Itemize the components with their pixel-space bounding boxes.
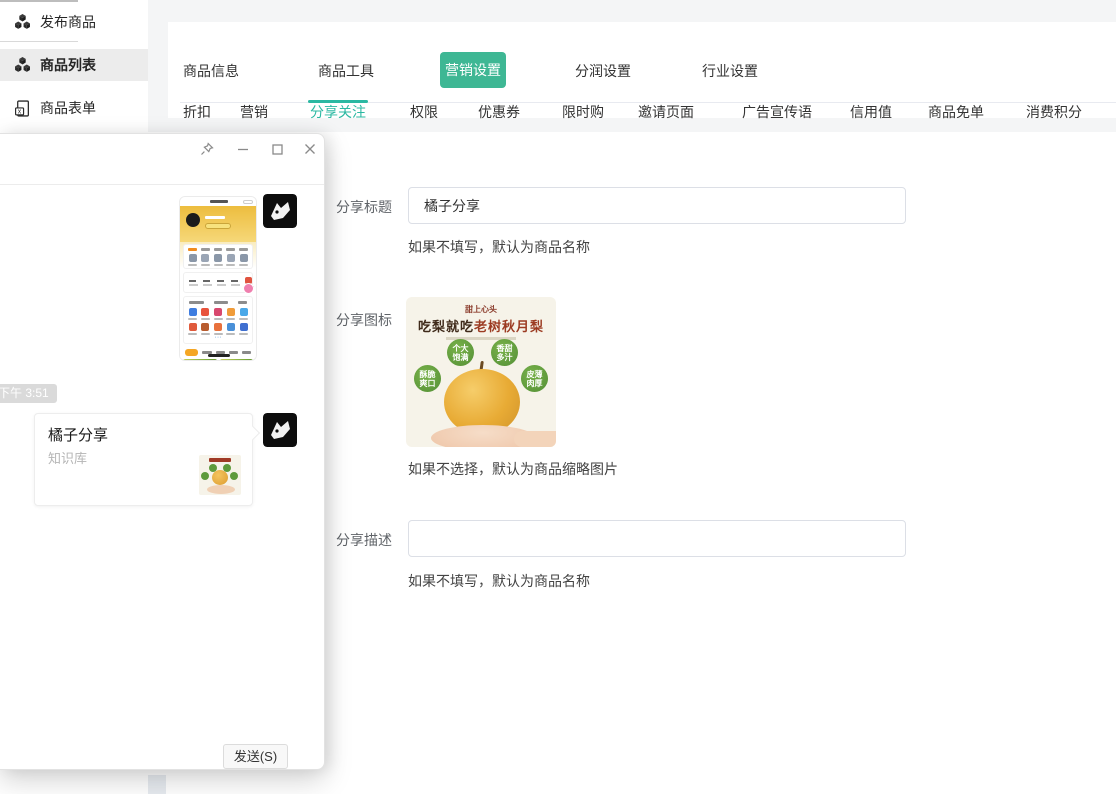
tab-industry-settings[interactable]: 行业设置	[702, 62, 758, 80]
chat-link-card[interactable]: 橘子分享 知识库	[34, 413, 253, 506]
close-icon[interactable]	[302, 141, 318, 157]
promo-badge: 酥脆爽口	[414, 365, 441, 392]
sidebar-item-product-list[interactable]: 商品列表	[0, 49, 148, 81]
subtab-flash-sale[interactable]: 限时购	[562, 102, 604, 122]
mini-body: ··· ‹›	[180, 242, 256, 360]
promo-tagline: 甜上心头	[406, 304, 556, 315]
subtab-coupon[interactable]: 优惠券	[478, 102, 520, 122]
self-avatar[interactable]	[263, 413, 297, 447]
bubble-arrow	[246, 426, 260, 440]
pin-icon[interactable]	[199, 141, 215, 157]
app-window: 商品信息 商品工具 营销设置 分润设置 行业设置 折扣 营销 分享关注 权限 优…	[0, 0, 1116, 794]
promo-badge: 香甜多汁	[491, 339, 518, 366]
sidebar-item-label: 发布商品	[40, 12, 96, 32]
self-avatar[interactable]	[263, 194, 297, 228]
mini-home-indicator	[208, 354, 230, 357]
chat-image-message[interactable]: ··· ‹›	[179, 196, 257, 361]
share-desc-label: 分享描述	[336, 530, 398, 550]
hand-wrist	[514, 431, 556, 447]
file-x-icon: x	[14, 100, 31, 117]
promo-badge: 皮薄肉厚	[521, 365, 548, 392]
mini-nav	[180, 197, 256, 206]
minimize-icon[interactable]	[235, 141, 251, 157]
subtab-discount[interactable]: 折扣	[183, 102, 211, 122]
share-title-input[interactable]	[408, 187, 906, 224]
wechat-chat-popup: ··· ‹› 下午 3:51 橘子分享 知识库	[0, 133, 325, 770]
cubes-icon	[14, 14, 31, 31]
promo-headline: 吃梨就吃老树秋月梨	[406, 316, 556, 335]
titlebar-divider	[0, 184, 324, 185]
subtab-free-order[interactable]: 商品免单	[928, 102, 984, 122]
share-icon-image[interactable]: 甜上心头 吃梨就吃老树秋月梨 个大饱满 香甜多汁 酥脆爽口 皮薄肉厚	[406, 297, 556, 447]
link-card-thumbnail	[199, 455, 241, 495]
tab-product-info[interactable]: 商品信息	[183, 62, 239, 80]
maximize-icon[interactable]	[269, 141, 285, 157]
mini-float-badge	[243, 283, 254, 294]
tab-profit-settings[interactable]: 分润设置	[575, 62, 631, 80]
share-desc-hint: 如果不填写，默认为商品名称	[408, 571, 590, 591]
sidebar-item-product-form[interactable]: x 商品表单	[0, 92, 148, 124]
sidebar-item-label: 商品表单	[40, 98, 96, 118]
subtab-share-follow[interactable]: 分享关注	[310, 102, 366, 122]
cubes-icon	[14, 57, 31, 74]
chat-timestamp: 下午 3:51	[0, 384, 57, 403]
share-icon-label: 分享图标	[336, 310, 398, 330]
tab-bar-card: 商品信息 商品工具 营销设置 分润设置 行业设置 折扣 营销 分享关注 权限 优…	[168, 22, 1116, 118]
tab-marketing-settings[interactable]: 营销设置	[440, 52, 506, 88]
promo-badge: 个大饱满	[447, 339, 474, 366]
share-title-label: 分享标题	[336, 197, 398, 217]
sidebar-item-publish-product[interactable]: 发布商品	[0, 4, 148, 40]
subtab-invite-page[interactable]: 邀请页面	[638, 102, 694, 122]
subtab-consume-points[interactable]: 消费积分	[1026, 102, 1082, 122]
sidebar-item-divider	[0, 41, 78, 42]
sidebar-scroll-strip	[148, 775, 166, 794]
subtab-marketing[interactable]: 营销	[240, 102, 268, 122]
subtab-ad-slogan[interactable]: 广告宣传语	[742, 102, 812, 122]
share-title-hint: 如果不填写，默认为商品名称	[408, 237, 590, 257]
share-icon-hint: 如果不选择，默认为商品缩略图片	[408, 459, 618, 479]
link-card-title: 橘子分享	[48, 424, 108, 445]
sidebar-top-divider	[0, 0, 78, 2]
tab-product-tools[interactable]: 商品工具	[318, 62, 374, 80]
subtab-active-underline	[308, 100, 368, 103]
subtab-permission[interactable]: 权限	[410, 102, 438, 122]
link-card-subtitle: 知识库	[48, 448, 87, 467]
send-button[interactable]: 发送(S)	[223, 744, 288, 769]
mini-header	[180, 206, 256, 242]
sidebar-item-label: 商品列表	[40, 55, 96, 75]
share-desc-input[interactable]	[408, 520, 906, 557]
subtab-credit[interactable]: 信用值	[850, 102, 892, 122]
svg-text:x: x	[18, 108, 22, 115]
